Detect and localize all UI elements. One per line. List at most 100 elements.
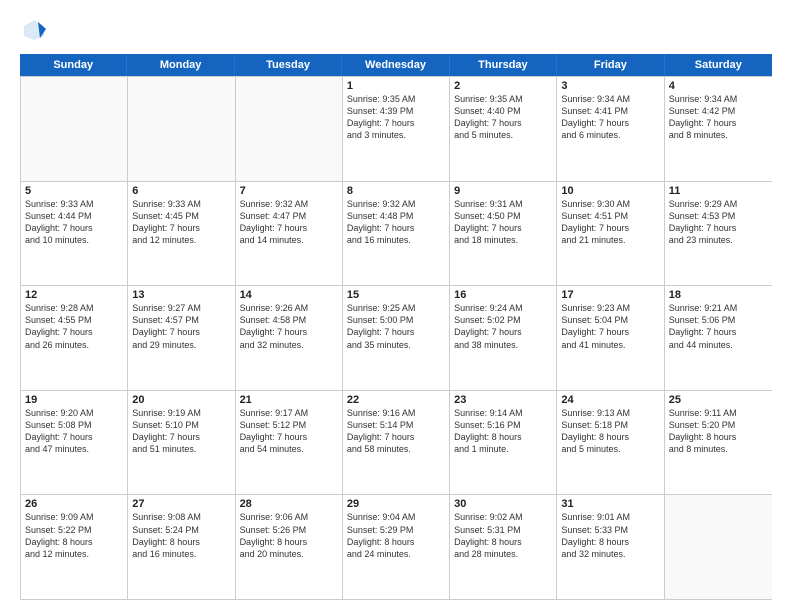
cell-info: Sunrise: 9:26 AM Sunset: 4:58 PM Dayligh… <box>240 302 338 351</box>
cal-cell-empty <box>128 77 235 181</box>
day-number: 26 <box>25 498 123 510</box>
cell-info: Sunrise: 9:27 AM Sunset: 4:57 PM Dayligh… <box>132 302 230 351</box>
day-number: 31 <box>561 498 659 510</box>
page: SundayMondayTuesdayWednesdayThursdayFrid… <box>0 0 792 612</box>
day-number: 25 <box>669 394 768 406</box>
cal-cell-day-3: 3Sunrise: 9:34 AM Sunset: 4:41 PM Daylig… <box>557 77 664 181</box>
cal-cell-day-9: 9Sunrise: 9:31 AM Sunset: 4:50 PM Daylig… <box>450 182 557 286</box>
header-day-sunday: Sunday <box>20 54 127 76</box>
cell-info: Sunrise: 9:30 AM Sunset: 4:51 PM Dayligh… <box>561 198 659 247</box>
cal-cell-day-6: 6Sunrise: 9:33 AM Sunset: 4:45 PM Daylig… <box>128 182 235 286</box>
cal-cell-day-29: 29Sunrise: 9:04 AM Sunset: 5:29 PM Dayli… <box>343 495 450 599</box>
cell-info: Sunrise: 9:01 AM Sunset: 5:33 PM Dayligh… <box>561 511 659 560</box>
cal-cell-empty <box>236 77 343 181</box>
cal-cell-day-7: 7Sunrise: 9:32 AM Sunset: 4:47 PM Daylig… <box>236 182 343 286</box>
calendar-row-4: 26Sunrise: 9:09 AM Sunset: 5:22 PM Dayli… <box>21 494 772 599</box>
cell-info: Sunrise: 9:11 AM Sunset: 5:20 PM Dayligh… <box>669 407 768 456</box>
cell-info: Sunrise: 9:32 AM Sunset: 4:48 PM Dayligh… <box>347 198 445 247</box>
cell-info: Sunrise: 9:35 AM Sunset: 4:39 PM Dayligh… <box>347 93 445 142</box>
cal-cell-day-2: 2Sunrise: 9:35 AM Sunset: 4:40 PM Daylig… <box>450 77 557 181</box>
header-day-tuesday: Tuesday <box>235 54 342 76</box>
cal-cell-day-13: 13Sunrise: 9:27 AM Sunset: 4:57 PM Dayli… <box>128 286 235 390</box>
day-number: 10 <box>561 185 659 197</box>
calendar-row-2: 12Sunrise: 9:28 AM Sunset: 4:55 PM Dayli… <box>21 285 772 390</box>
cell-info: Sunrise: 9:31 AM Sunset: 4:50 PM Dayligh… <box>454 198 552 247</box>
day-number: 17 <box>561 289 659 301</box>
cell-info: Sunrise: 9:19 AM Sunset: 5:10 PM Dayligh… <box>132 407 230 456</box>
day-number: 23 <box>454 394 552 406</box>
cal-cell-day-15: 15Sunrise: 9:25 AM Sunset: 5:00 PM Dayli… <box>343 286 450 390</box>
header-day-thursday: Thursday <box>450 54 557 76</box>
cal-cell-day-22: 22Sunrise: 9:16 AM Sunset: 5:14 PM Dayli… <box>343 391 450 495</box>
cell-info: Sunrise: 9:32 AM Sunset: 4:47 PM Dayligh… <box>240 198 338 247</box>
cal-cell-day-18: 18Sunrise: 9:21 AM Sunset: 5:06 PM Dayli… <box>665 286 772 390</box>
day-number: 5 <box>25 185 123 197</box>
cal-cell-day-23: 23Sunrise: 9:14 AM Sunset: 5:16 PM Dayli… <box>450 391 557 495</box>
cell-info: Sunrise: 9:33 AM Sunset: 4:45 PM Dayligh… <box>132 198 230 247</box>
cell-info: Sunrise: 9:34 AM Sunset: 4:42 PM Dayligh… <box>669 93 768 142</box>
header-day-monday: Monday <box>127 54 234 76</box>
cell-info: Sunrise: 9:14 AM Sunset: 5:16 PM Dayligh… <box>454 407 552 456</box>
day-number: 15 <box>347 289 445 301</box>
cell-info: Sunrise: 9:25 AM Sunset: 5:00 PM Dayligh… <box>347 302 445 351</box>
day-number: 9 <box>454 185 552 197</box>
day-number: 6 <box>132 185 230 197</box>
cell-info: Sunrise: 9:23 AM Sunset: 5:04 PM Dayligh… <box>561 302 659 351</box>
cal-cell-day-16: 16Sunrise: 9:24 AM Sunset: 5:02 PM Dayli… <box>450 286 557 390</box>
day-number: 27 <box>132 498 230 510</box>
cal-cell-day-26: 26Sunrise: 9:09 AM Sunset: 5:22 PM Dayli… <box>21 495 128 599</box>
header-day-friday: Friday <box>557 54 664 76</box>
cell-info: Sunrise: 9:04 AM Sunset: 5:29 PM Dayligh… <box>347 511 445 560</box>
cell-info: Sunrise: 9:34 AM Sunset: 4:41 PM Dayligh… <box>561 93 659 142</box>
cell-info: Sunrise: 9:08 AM Sunset: 5:24 PM Dayligh… <box>132 511 230 560</box>
calendar-row-3: 19Sunrise: 9:20 AM Sunset: 5:08 PM Dayli… <box>21 390 772 495</box>
calendar-body: 1Sunrise: 9:35 AM Sunset: 4:39 PM Daylig… <box>20 76 772 600</box>
day-number: 28 <box>240 498 338 510</box>
cal-cell-day-21: 21Sunrise: 9:17 AM Sunset: 5:12 PM Dayli… <box>236 391 343 495</box>
day-number: 24 <box>561 394 659 406</box>
day-number: 12 <box>25 289 123 301</box>
cell-info: Sunrise: 9:16 AM Sunset: 5:14 PM Dayligh… <box>347 407 445 456</box>
day-number: 11 <box>669 185 768 197</box>
day-number: 4 <box>669 80 768 92</box>
cal-cell-empty <box>21 77 128 181</box>
cal-cell-day-4: 4Sunrise: 9:34 AM Sunset: 4:42 PM Daylig… <box>665 77 772 181</box>
calendar-header: SundayMondayTuesdayWednesdayThursdayFrid… <box>20 54 772 76</box>
cell-info: Sunrise: 9:02 AM Sunset: 5:31 PM Dayligh… <box>454 511 552 560</box>
cal-cell-day-1: 1Sunrise: 9:35 AM Sunset: 4:39 PM Daylig… <box>343 77 450 181</box>
day-number: 18 <box>669 289 768 301</box>
cell-info: Sunrise: 9:20 AM Sunset: 5:08 PM Dayligh… <box>25 407 123 456</box>
day-number: 20 <box>132 394 230 406</box>
cal-cell-day-19: 19Sunrise: 9:20 AM Sunset: 5:08 PM Dayli… <box>21 391 128 495</box>
day-number: 7 <box>240 185 338 197</box>
day-number: 21 <box>240 394 338 406</box>
day-number: 1 <box>347 80 445 92</box>
cal-cell-day-30: 30Sunrise: 9:02 AM Sunset: 5:31 PM Dayli… <box>450 495 557 599</box>
day-number: 3 <box>561 80 659 92</box>
cal-cell-day-11: 11Sunrise: 9:29 AM Sunset: 4:53 PM Dayli… <box>665 182 772 286</box>
cell-info: Sunrise: 9:06 AM Sunset: 5:26 PM Dayligh… <box>240 511 338 560</box>
day-number: 2 <box>454 80 552 92</box>
cell-info: Sunrise: 9:13 AM Sunset: 5:18 PM Dayligh… <box>561 407 659 456</box>
cell-info: Sunrise: 9:09 AM Sunset: 5:22 PM Dayligh… <box>25 511 123 560</box>
calendar-row-1: 5Sunrise: 9:33 AM Sunset: 4:44 PM Daylig… <box>21 181 772 286</box>
day-number: 19 <box>25 394 123 406</box>
header-day-wednesday: Wednesday <box>342 54 449 76</box>
day-number: 22 <box>347 394 445 406</box>
cal-cell-day-25: 25Sunrise: 9:11 AM Sunset: 5:20 PM Dayli… <box>665 391 772 495</box>
day-number: 16 <box>454 289 552 301</box>
cal-cell-day-24: 24Sunrise: 9:13 AM Sunset: 5:18 PM Dayli… <box>557 391 664 495</box>
cal-cell-day-27: 27Sunrise: 9:08 AM Sunset: 5:24 PM Dayli… <box>128 495 235 599</box>
cal-cell-day-28: 28Sunrise: 9:06 AM Sunset: 5:26 PM Dayli… <box>236 495 343 599</box>
cal-cell-day-20: 20Sunrise: 9:19 AM Sunset: 5:10 PM Dayli… <box>128 391 235 495</box>
header-day-saturday: Saturday <box>665 54 772 76</box>
calendar: SundayMondayTuesdayWednesdayThursdayFrid… <box>20 54 772 600</box>
cell-info: Sunrise: 9:33 AM Sunset: 4:44 PM Dayligh… <box>25 198 123 247</box>
day-number: 30 <box>454 498 552 510</box>
cal-cell-day-17: 17Sunrise: 9:23 AM Sunset: 5:04 PM Dayli… <box>557 286 664 390</box>
cell-info: Sunrise: 9:28 AM Sunset: 4:55 PM Dayligh… <box>25 302 123 351</box>
cell-info: Sunrise: 9:17 AM Sunset: 5:12 PM Dayligh… <box>240 407 338 456</box>
cal-cell-day-5: 5Sunrise: 9:33 AM Sunset: 4:44 PM Daylig… <box>21 182 128 286</box>
header <box>20 16 772 44</box>
cell-info: Sunrise: 9:24 AM Sunset: 5:02 PM Dayligh… <box>454 302 552 351</box>
